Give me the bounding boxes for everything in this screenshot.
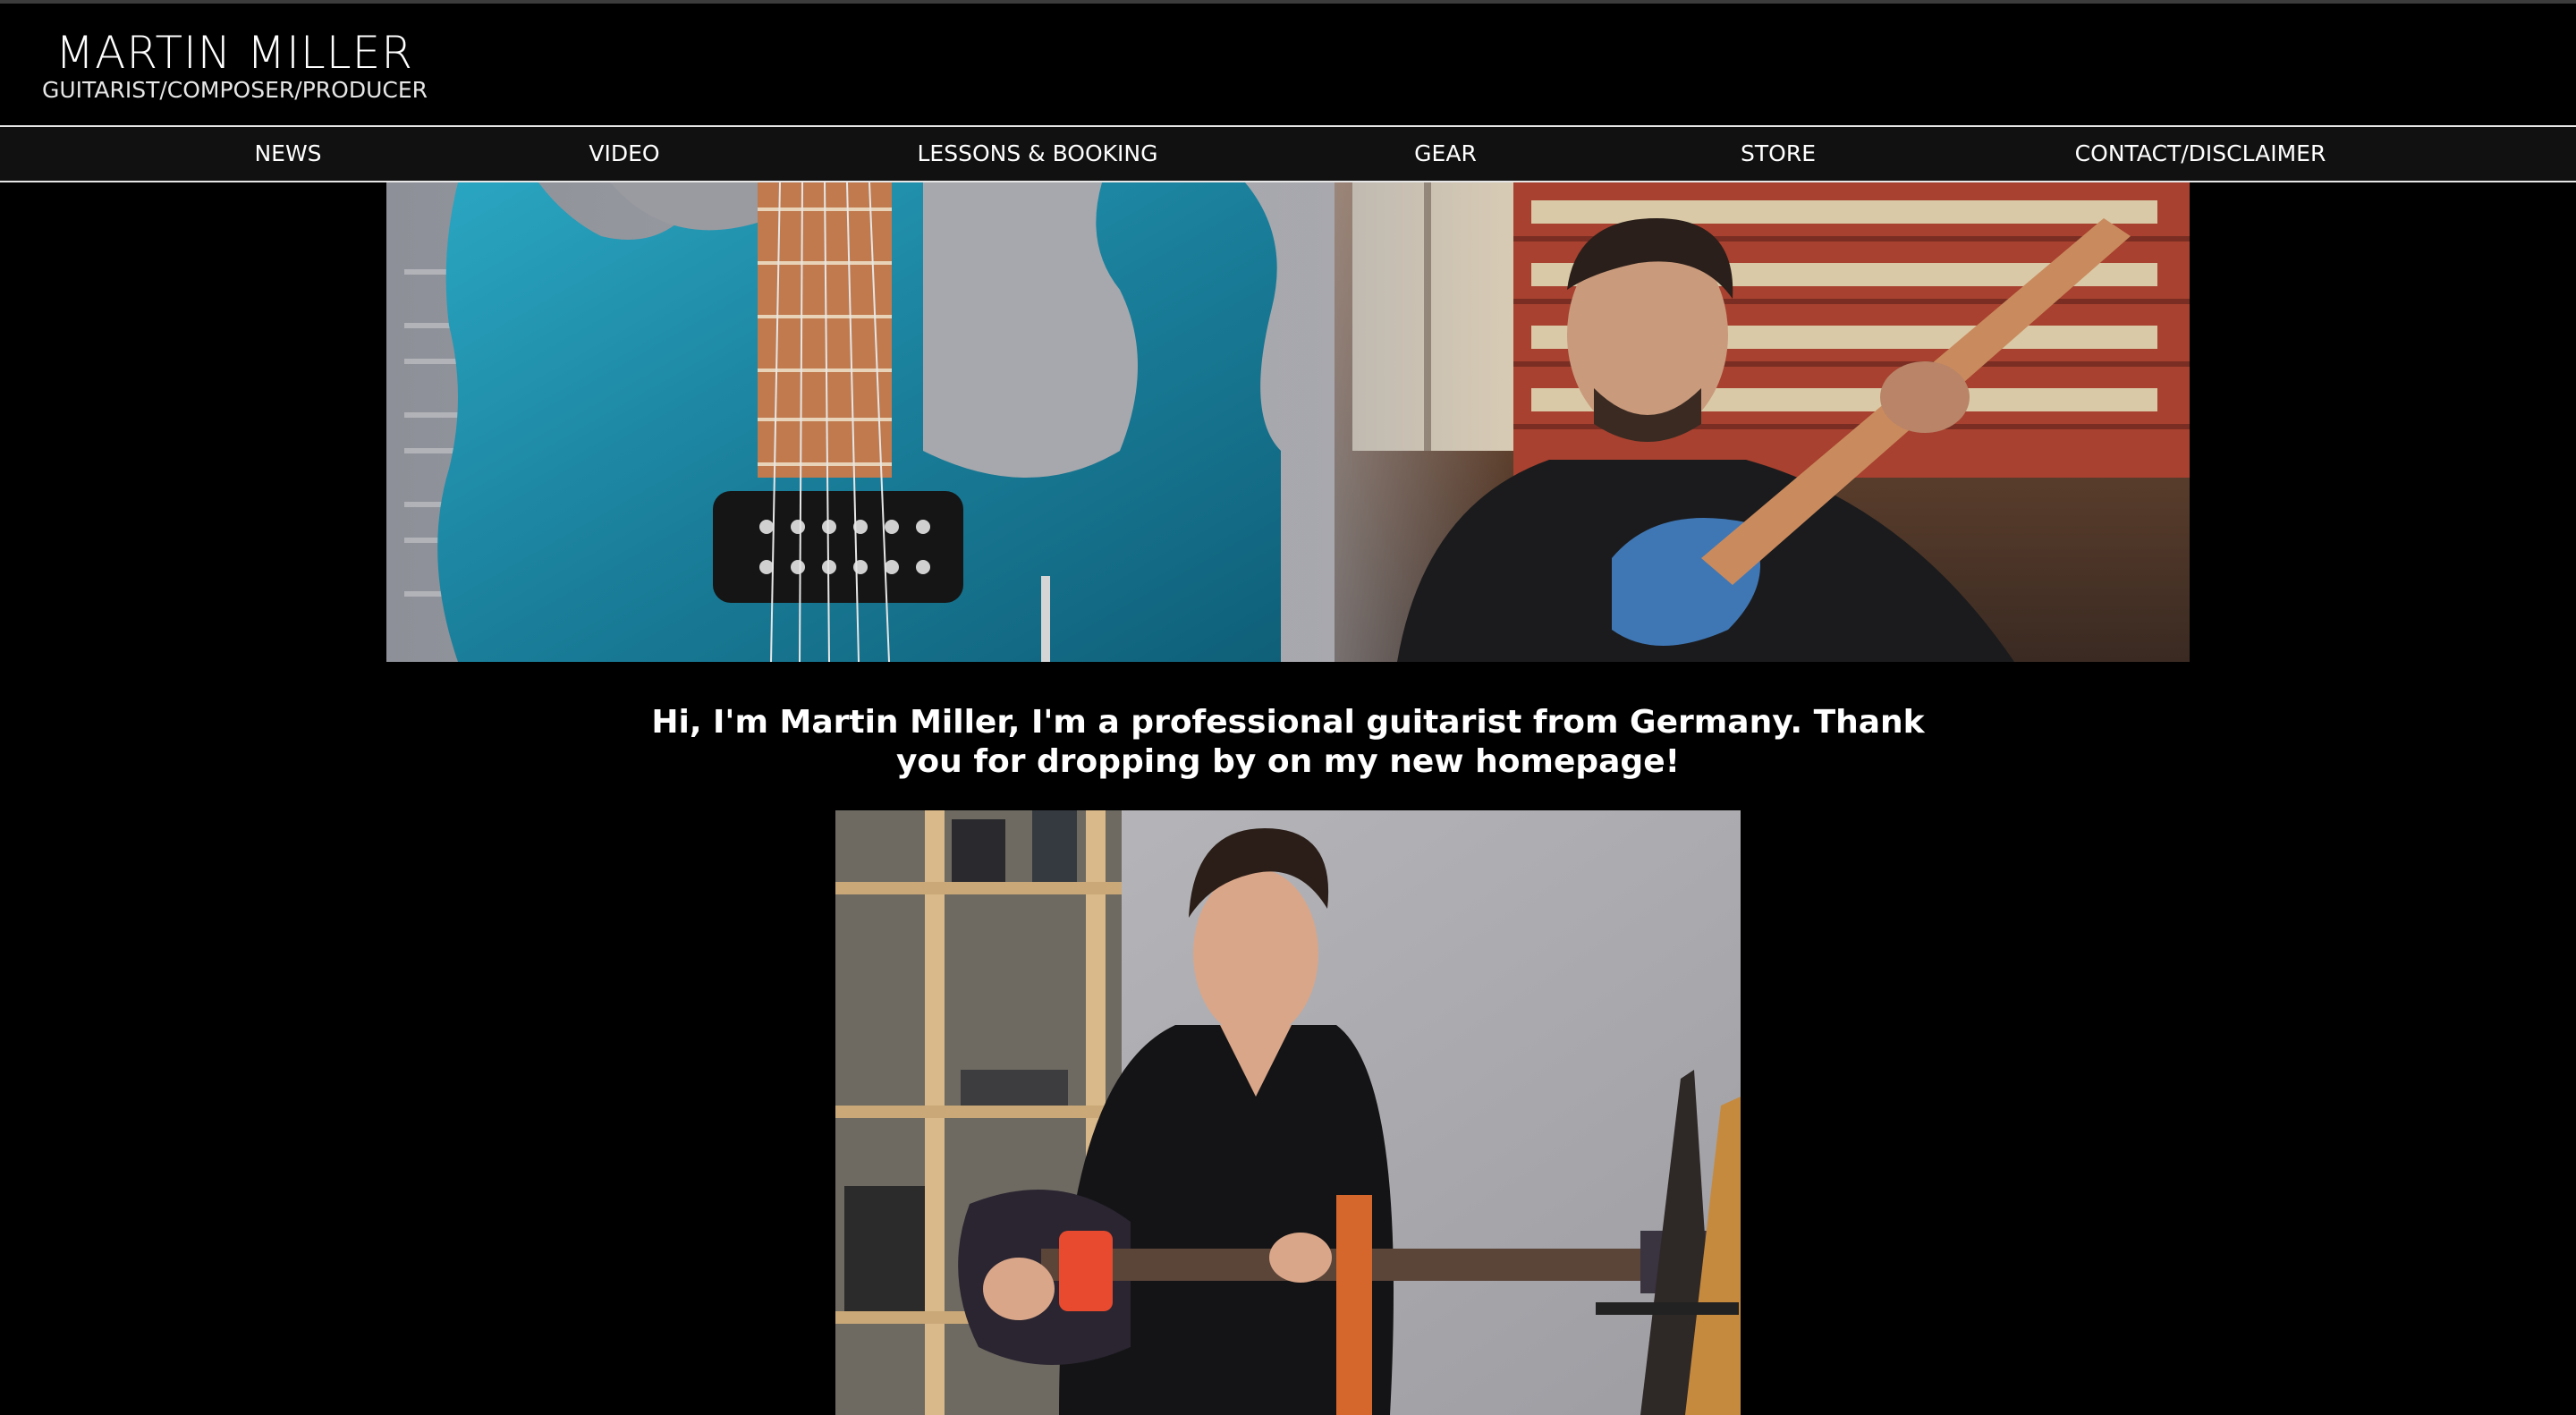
intro-text: Hi, I'm Martin Miller, I'm a professiona… — [651, 704, 1925, 780]
site-subtitle: GUITARIST/COMPOSER/PRODUCER — [42, 77, 428, 103]
nav-item-news[interactable]: NEWS — [254, 127, 321, 181]
nav-item-lessons-booking[interactable]: LESSONS & BOOKING — [917, 127, 1157, 181]
site-header: MARTIN MILLER GUITARIST/COMPOSER/PRODUCE… — [0, 4, 2576, 125]
nav-item-video[interactable]: VIDEO — [589, 127, 659, 181]
site-title[interactable]: MARTIN MILLER — [55, 27, 413, 79]
nav-item-gear[interactable]: GEAR — [1414, 127, 1477, 181]
main-nav: NEWS VIDEO LESSONS & BOOKING GEAR STORE … — [0, 125, 2576, 182]
nav-item-store[interactable]: STORE — [1741, 127, 1816, 181]
portrait-image — [835, 810, 1741, 1415]
banner-image — [386, 182, 2190, 662]
nav-item-contact-disclaimer[interactable]: CONTACT/DISCLAIMER — [2075, 127, 2326, 181]
